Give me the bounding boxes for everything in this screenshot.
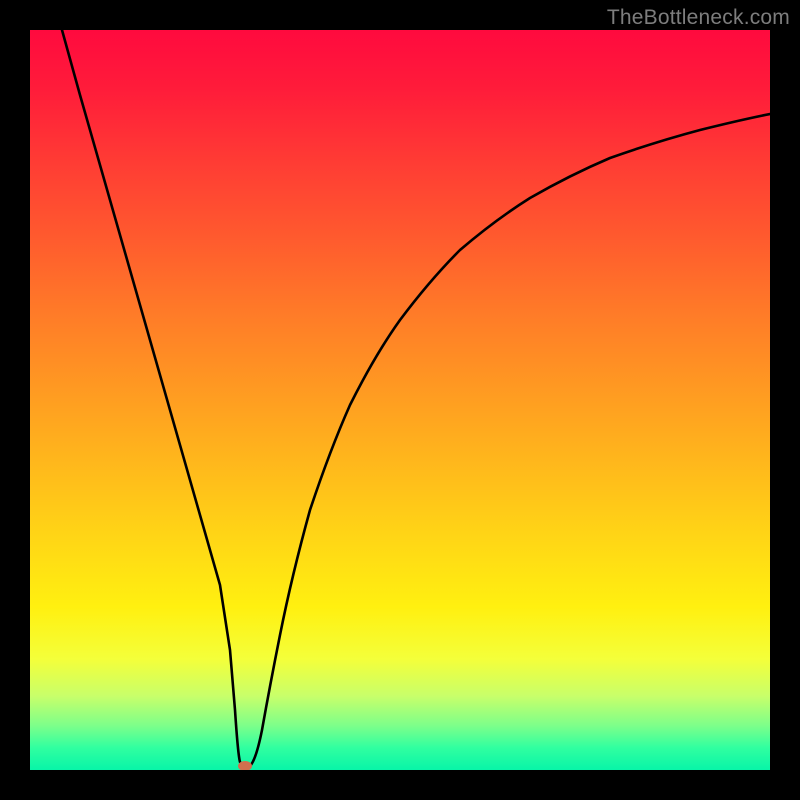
chart-frame: TheBottleneck.com xyxy=(0,0,800,800)
bottleneck-curve xyxy=(62,30,770,767)
plot-area xyxy=(30,30,770,770)
watermark-text: TheBottleneck.com xyxy=(607,6,790,30)
curve-svg xyxy=(30,30,770,770)
